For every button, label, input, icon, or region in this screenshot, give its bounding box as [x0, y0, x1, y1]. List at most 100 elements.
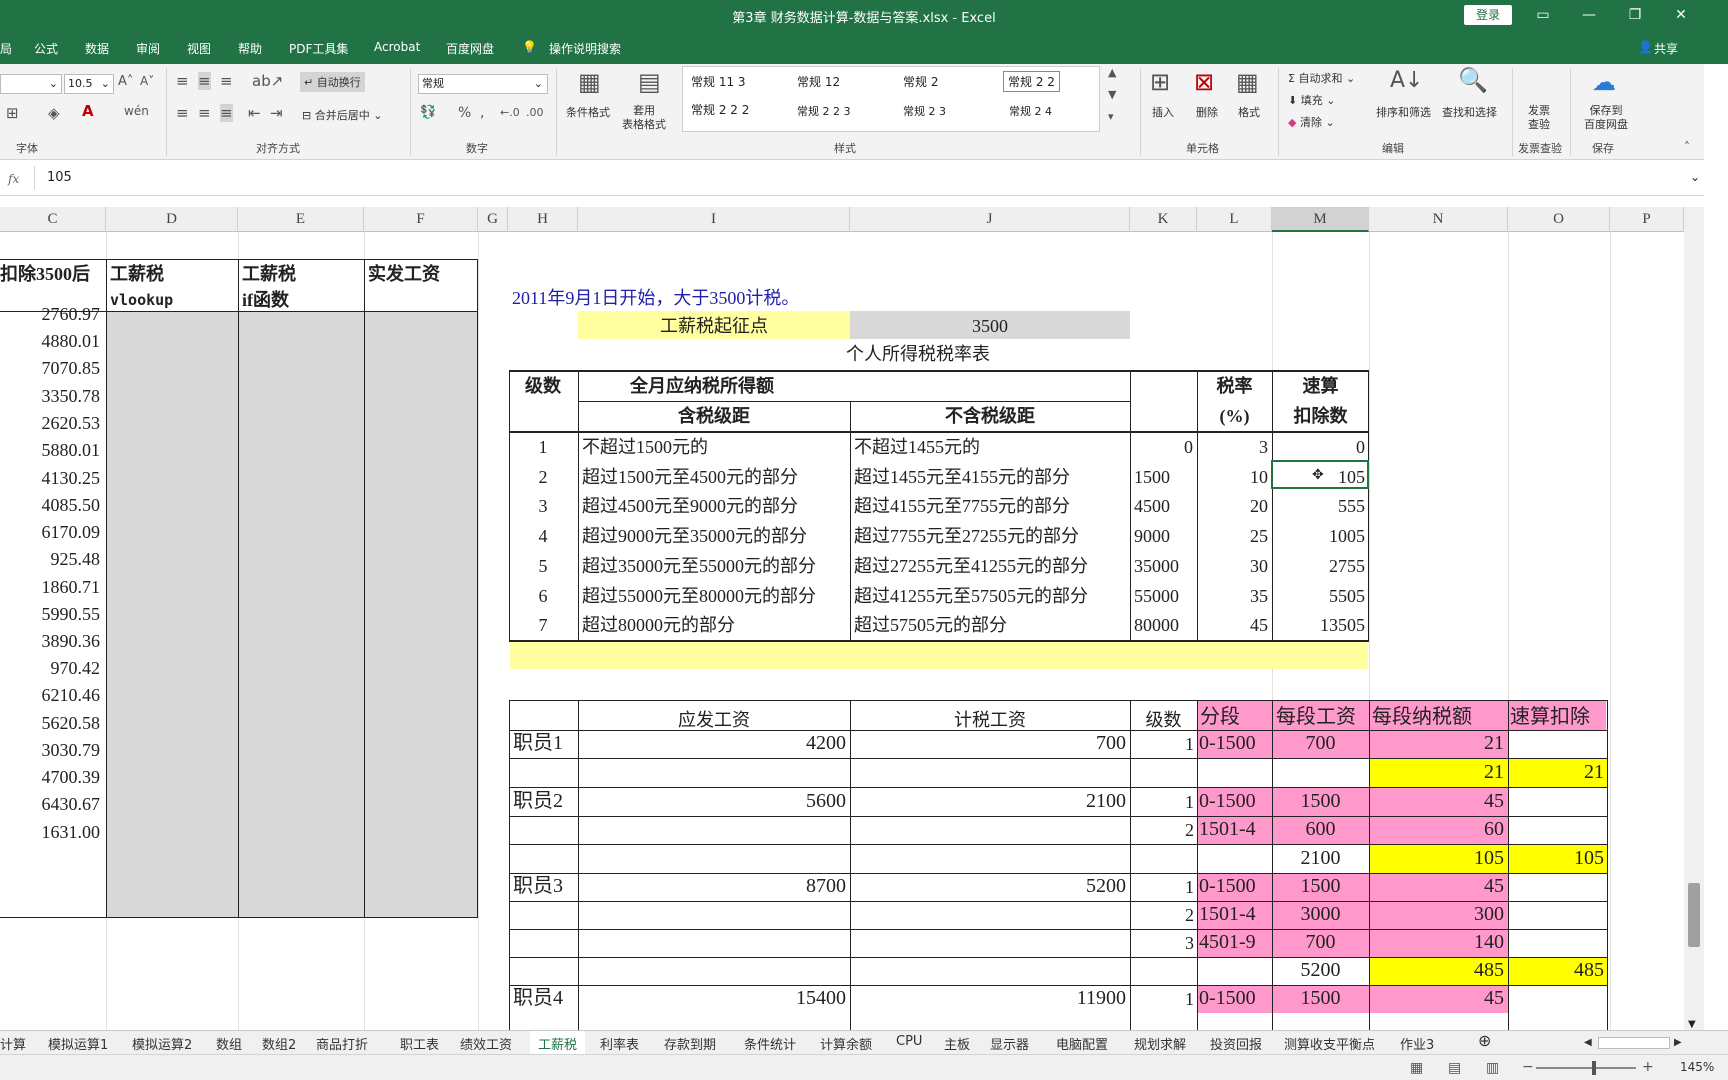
rate-without-tax-cell[interactable]: 超过7755元至27255元的部分	[854, 525, 1079, 547]
sheet-tab[interactable]: 数组2	[262, 1034, 296, 1053]
align-top-icon[interactable]: ≡	[176, 72, 189, 90]
column-header-c[interactable]: C	[0, 207, 106, 232]
restore-icon[interactable]: ❐	[1620, 5, 1650, 25]
column-header-d[interactable]: D	[106, 207, 238, 232]
emp-seg-tax-cell[interactable]: 485	[1369, 959, 1504, 981]
page-layout-icon[interactable]: ▤	[1448, 1060, 1461, 1076]
emp-seg-wage-cell[interactable]: 3000	[1272, 903, 1369, 925]
rate-percent-cell[interactable]: 3	[1197, 436, 1268, 458]
emp-segment-cell[interactable]: 0-1500	[1199, 732, 1271, 754]
sheet-tab[interactable]: 数组	[216, 1034, 242, 1053]
zoom-level[interactable]: 145%	[1680, 1060, 1714, 1074]
emp-seg-wage-cell[interactable]: 700	[1272, 931, 1369, 953]
sort-filter-icon[interactable]: A↓	[1390, 68, 1423, 93]
zoom-slider[interactable]	[1536, 1067, 1636, 1069]
sheet-tab[interactable]: 存款到期	[664, 1034, 716, 1053]
menu-item-data[interactable]: 数据	[85, 40, 109, 57]
left-value-cell[interactable]: 1860.71	[0, 576, 101, 598]
column-header-o[interactable]: O	[1508, 207, 1610, 232]
rate-with-tax-cell[interactable]: 超过9000元至35000元的部分	[582, 525, 807, 547]
employee-name-cell[interactable]: 职员2	[513, 790, 563, 812]
emp-segment-cell[interactable]: 0-1500	[1199, 875, 1271, 897]
menu-item-layout[interactable]: 局	[0, 40, 12, 57]
shrink-font-icon[interactable]: A˅	[140, 74, 154, 88]
left-value-cell[interactable]: 3030.79	[0, 739, 101, 761]
employee-taxable-cell[interactable]: 700	[850, 732, 1126, 754]
baidu-cloud-icon[interactable]: ☁	[1592, 68, 1616, 96]
style-item[interactable]: 常规 2 4	[1009, 103, 1052, 119]
formula-input[interactable]: 105	[34, 166, 1694, 190]
currency-icon[interactable]: 💱	[420, 105, 436, 120]
style-item[interactable]: 常规 11 3	[691, 73, 746, 90]
emp-level-cell[interactable]: 1	[1130, 791, 1194, 813]
rate-with-tax-cell[interactable]: 超过80000元的部分	[582, 614, 735, 636]
percent-icon[interactable]: %	[458, 105, 471, 121]
border-icon[interactable]: ⊞	[6, 104, 19, 122]
rate-without-tax-cell[interactable]: 超过1455元至4155元的部分	[854, 466, 1070, 488]
format-button[interactable]: 格式	[1238, 104, 1260, 120]
rate-quick-cell[interactable]: 5505	[1272, 585, 1365, 607]
left-value-cell[interactable]: 970.42	[0, 657, 101, 679]
rate-level-cell[interactable]: 5	[508, 555, 578, 577]
minimize-icon[interactable]: —	[1574, 5, 1604, 25]
rate-without-tax-cell[interactable]: 超过4155元至7755元的部分	[854, 495, 1070, 517]
insert-cells-icon[interactable]: ⊞	[1150, 68, 1170, 96]
sheet-tab[interactable]: 规划求解	[1134, 1034, 1186, 1053]
merge-center-button[interactable]: ⊟ 合并后居中 ⌄	[302, 107, 382, 123]
emp-quick-cell[interactable]: 21	[1508, 761, 1604, 783]
emp-quick-cell[interactable]: 485	[1508, 959, 1604, 981]
emp-segment-cell[interactable]: 0-1500	[1199, 987, 1271, 1009]
zoom-out-icon[interactable]: −	[1522, 1059, 1534, 1075]
delete-button[interactable]: 删除	[1196, 104, 1218, 120]
invoice-check-button[interactable]: 发票 查验	[1528, 104, 1550, 132]
style-item[interactable]: 常规 2	[903, 73, 938, 90]
style-item[interactable]: 常规 2 3	[903, 103, 946, 119]
employee-name-cell[interactable]: 职员4	[513, 987, 563, 1009]
rate-without-tax-cell[interactable]: 超过41255元至57505元的部分	[854, 585, 1088, 607]
column-header-j[interactable]: J	[850, 207, 1130, 232]
sheet-tab[interactable]: 投资回报	[1210, 1034, 1262, 1053]
align-right-icon[interactable]: ≡	[220, 104, 233, 122]
rate-quick-cell[interactable]: 2755	[1272, 555, 1365, 577]
sheet-tab[interactable]: 显示器	[990, 1034, 1029, 1053]
rate-quick-cell[interactable]: 1005	[1272, 525, 1365, 547]
column-header-h[interactable]: H	[508, 207, 578, 232]
zoom-in-icon[interactable]: +	[1642, 1059, 1654, 1075]
employee-taxable-cell[interactable]: 11900	[850, 987, 1126, 1009]
emp-level-cell[interactable]: 3	[1130, 932, 1194, 954]
emp-quick-cell[interactable]: 105	[1508, 847, 1604, 869]
style-item[interactable]: 常规 12	[797, 73, 840, 90]
insert-button[interactable]: 插入	[1152, 104, 1174, 120]
share-button[interactable]: 共享	[1654, 40, 1678, 57]
emp-level-cell[interactable]: 1	[1130, 733, 1194, 755]
align-center-icon[interactable]: ≡	[198, 104, 211, 122]
emp-seg-wage-cell[interactable]: 1500	[1272, 790, 1369, 812]
left-value-cell[interactable]: 6430.67	[0, 793, 101, 815]
emp-seg-wage-cell[interactable]: 600	[1272, 818, 1369, 840]
column-header-i[interactable]: I	[578, 207, 850, 232]
conditional-format-icon[interactable]: ▦	[578, 68, 601, 96]
emp-seg-tax-cell[interactable]: 140	[1369, 931, 1504, 953]
rate-level-cell[interactable]: 6	[508, 585, 578, 607]
column-header-n[interactable]: N	[1369, 207, 1508, 232]
fill-color-icon[interactable]: ◈	[48, 104, 60, 122]
vertical-scrollbar[interactable]: ▼	[1684, 207, 1704, 1035]
fill-button[interactable]: ⬇ 填充 ⌄	[1288, 92, 1335, 108]
menu-item-formulas[interactable]: 公式	[34, 40, 58, 57]
font-size-dropdown[interactable]: 10.5 ⌄	[64, 74, 114, 94]
emp-segment-cell[interactable]: 1501-4	[1199, 903, 1271, 925]
sheet-tab[interactable]: 条件统计	[744, 1034, 796, 1053]
menu-item-pdf[interactable]: PDF工具集	[289, 40, 348, 57]
rate-level-cell[interactable]: 2	[508, 466, 578, 488]
emp-seg-wage-cell[interactable]: 700	[1272, 732, 1369, 754]
rate-quick-cell[interactable]: 555	[1272, 495, 1365, 517]
left-value-cell[interactable]: 1631.00	[0, 821, 101, 843]
number-format-dropdown[interactable]: 常规 ⌄	[418, 74, 548, 94]
left-value-cell[interactable]: 4085.50	[0, 494, 101, 516]
column-header-p[interactable]: P	[1610, 207, 1684, 232]
sheet-tab[interactable]: 模拟运算1	[48, 1034, 108, 1053]
menu-item-help[interactable]: 帮助	[238, 40, 262, 57]
left-value-cell[interactable]: 5990.55	[0, 603, 101, 625]
increase-decimal-icon[interactable]: ←.0	[500, 106, 520, 119]
page-break-icon[interactable]: ▥	[1486, 1060, 1499, 1076]
